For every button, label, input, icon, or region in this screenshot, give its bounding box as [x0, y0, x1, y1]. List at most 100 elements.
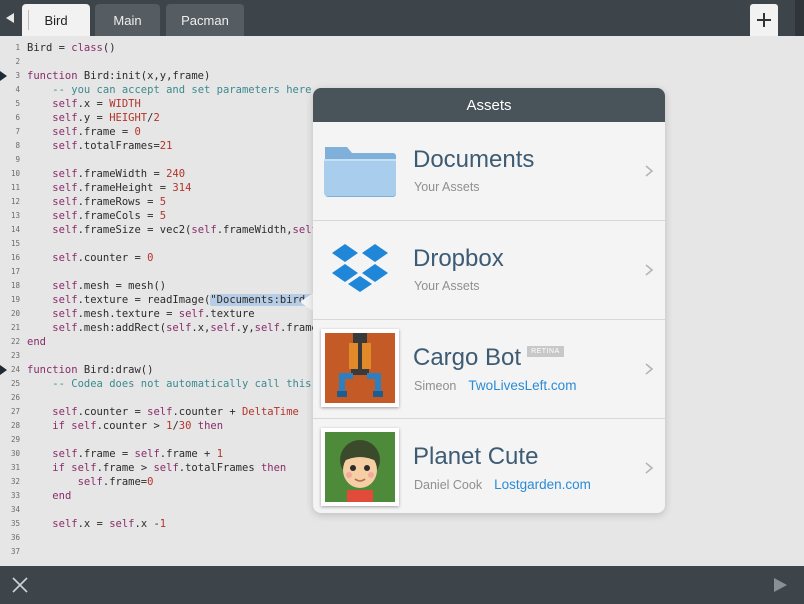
line-number: 15	[10, 239, 20, 248]
tab-bar: Bird Main Pacman	[0, 0, 804, 36]
asset-subtitle: Daniel Cook Lostgarden.com	[414, 477, 591, 492]
asset-name: Dropbox	[413, 245, 504, 272]
plus-icon	[757, 13, 771, 27]
popover-title: Assets	[313, 88, 665, 122]
asset-link[interactable]: TwoLivesLeft.com	[468, 378, 576, 393]
asset-name: Cargo Bot RETINA	[413, 344, 564, 372]
code-text: self.x = WIDTH	[52, 98, 141, 110]
line-number: 29	[10, 435, 20, 444]
line-number: 33	[10, 491, 20, 500]
cargo-bot-thumbnail	[321, 329, 399, 407]
code-line[interactable]: 3 function Bird:init(x,y,frame)	[0, 69, 804, 83]
line-number: 9	[15, 155, 20, 164]
code-text: self.frameRows = 5	[52, 196, 167, 208]
code-text: self.totalFrames=21	[52, 140, 173, 152]
line-number: 3	[15, 71, 20, 80]
line-number: 5	[15, 99, 20, 108]
line-number: 1	[15, 43, 20, 52]
line-number: 28	[10, 421, 20, 430]
code-text: if self.counter > 1/30 then	[52, 420, 224, 432]
line-number: 24	[10, 365, 20, 374]
play-icon[interactable]	[772, 577, 788, 593]
code-text: self.frame = 0	[52, 126, 141, 138]
code-text: self.mesh.texture = self.texture	[52, 308, 255, 320]
code-text: -- you can accept and set parameters her…	[52, 84, 312, 96]
line-number: 7	[15, 127, 20, 136]
chevron-right-icon	[645, 462, 654, 474]
asset-row-documents[interactable]: Documents Your Assets	[313, 122, 665, 221]
code-text: end	[27, 336, 46, 348]
asset-name: Planet Cute	[413, 443, 539, 470]
close-icon[interactable]	[10, 575, 30, 595]
line-number: 21	[10, 323, 20, 332]
line-number: 2	[15, 57, 20, 66]
asset-subtitle: Your Assets	[414, 279, 480, 293]
code-text: self.mesh:addRect(self.x,self.y,self.fra…	[52, 322, 337, 334]
code-text: end	[52, 490, 72, 502]
line-number: 37	[10, 547, 20, 556]
code-line[interactable]: 37	[0, 545, 804, 559]
code-text: self.counter = self.counter + DeltaTime	[52, 406, 299, 418]
asset-subtitle: Your Assets	[414, 180, 480, 194]
code-text: -- Codea does not automatically call thi…	[52, 378, 337, 390]
add-tab-button[interactable]	[750, 4, 778, 36]
line-number: 8	[15, 141, 20, 150]
asset-link[interactable]: Lostgarden.com	[494, 477, 591, 492]
code-text: self.x = self.x -1	[52, 518, 167, 530]
line-number: 11	[10, 183, 20, 192]
code-text: self.texture = readImage("Documents:bird…	[52, 294, 324, 306]
code-text: self.frameCols = 5	[52, 210, 167, 222]
asset-row-cargo-bot[interactable]: Cargo Bot RETINA Simeon TwoLivesLeft.com	[313, 320, 665, 419]
dropbox-icon	[332, 244, 388, 292]
back-button[interactable]	[0, 0, 20, 36]
code-text: function Bird:draw()	[27, 364, 154, 376]
asset-author: Daniel Cook	[414, 478, 483, 492]
planet-cute-thumbnail	[321, 428, 399, 506]
line-number: 34	[10, 505, 20, 514]
code-text: self.frameSize = vec2(self.frameWidth,se…	[52, 224, 337, 236]
tab-bird[interactable]: Bird	[22, 4, 90, 36]
asset-name: Documents	[413, 146, 535, 173]
line-number: 32	[10, 477, 20, 486]
line-number: 22	[10, 337, 20, 346]
asset-name-text: Cargo Bot	[413, 344, 522, 371]
code-text: self.frameWidth = 240	[52, 168, 186, 180]
code-line[interactable]: 36	[0, 531, 804, 545]
line-number: 30	[10, 449, 20, 458]
asset-row-dropbox[interactable]: Dropbox Your Assets	[313, 221, 665, 320]
line-number: 36	[10, 533, 20, 542]
tab-pacman[interactable]: Pacman	[166, 4, 244, 36]
line-number: 35	[10, 519, 20, 528]
chevron-right-icon	[645, 363, 654, 375]
code-text: if self.frame > self.totalFrames then	[52, 462, 287, 474]
line-number: 18	[10, 281, 20, 290]
asset-author: Simeon	[414, 379, 457, 393]
asset-subtitle: Simeon TwoLivesLeft.com	[414, 378, 576, 393]
line-number: 6	[15, 113, 20, 122]
popover-pointer	[300, 293, 313, 311]
line-number: 12	[10, 197, 20, 206]
code-text: self.counter = 0	[52, 252, 154, 264]
chevron-right-icon	[645, 264, 654, 276]
code-line[interactable]: 1 Bird = class()	[0, 41, 804, 55]
line-number: 25	[10, 379, 20, 388]
line-number: 16	[10, 253, 20, 262]
line-number: 4	[15, 85, 20, 94]
line-number: 27	[10, 407, 20, 416]
asset-row-planet-cute[interactable]: Planet Cute Daniel Cook Lostgarden.com	[313, 419, 665, 513]
line-number: 17	[10, 267, 20, 276]
line-number: 10	[10, 169, 20, 178]
line-number: 20	[10, 309, 20, 318]
code-line[interactable]: 2	[0, 55, 804, 69]
tab-main[interactable]: Main	[95, 4, 160, 36]
line-number: 23	[10, 351, 20, 360]
bottom-toolbar	[0, 566, 804, 604]
code-line[interactable]: 35 self.x = self.x -1	[0, 517, 804, 531]
line-number: 26	[10, 393, 20, 402]
code-text: self.frame = self.frame + 1	[52, 448, 224, 460]
code-text: self.mesh = mesh()	[52, 280, 167, 292]
code-text: self.y = HEIGHT/2	[52, 112, 160, 124]
line-number: 19	[10, 295, 20, 304]
folder-icon	[324, 147, 396, 197]
retina-badge: RETINA	[527, 346, 564, 357]
